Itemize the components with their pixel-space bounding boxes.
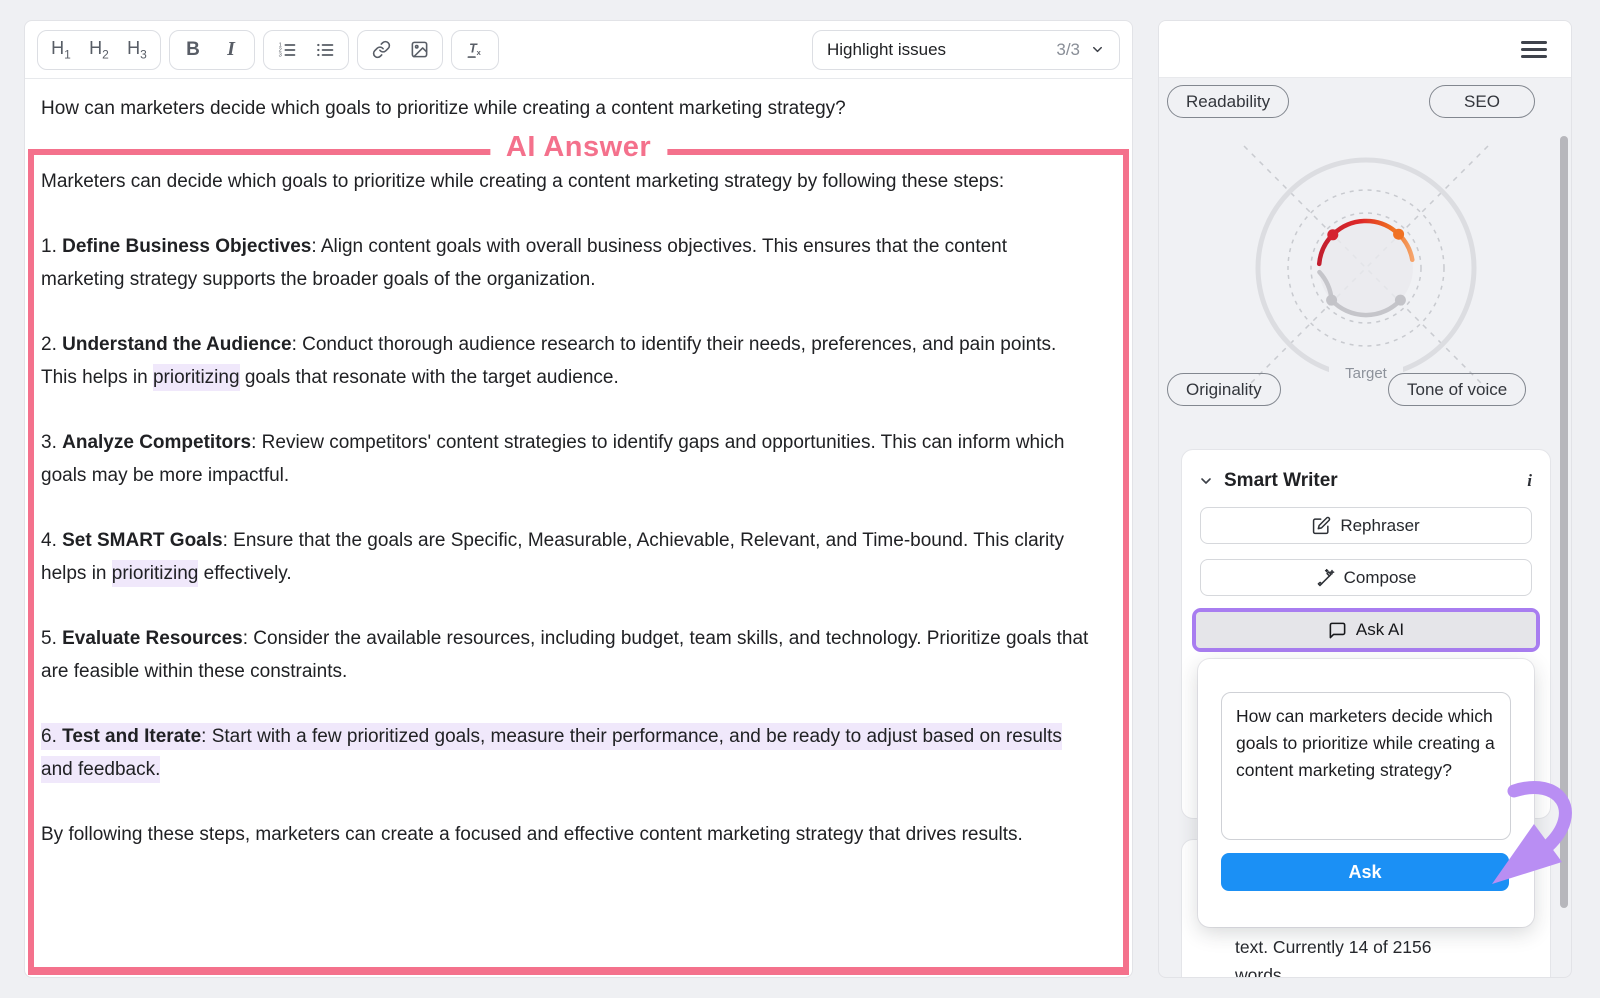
image-icon [410,40,429,59]
clear-format-group: Tx [451,30,499,70]
link-icon [372,40,391,59]
answer-paragraph: 5. Evaluate Resources: Consider the avai… [41,622,1093,688]
info-icon[interactable]: i [1527,471,1532,491]
word-count-status: text. Currently 14 of 2156 words. [1235,933,1485,978]
gauge-seo-dot [1393,229,1404,240]
heading-group: H1 H2 H3 [37,30,161,70]
unordered-list-button[interactable] [306,33,344,67]
compose-button[interactable]: Compose [1200,559,1532,596]
bold-button[interactable]: B [174,33,212,67]
clear-formatting-button[interactable]: Tx [456,33,494,67]
answer-paragraph: By following these steps, marketers can … [41,818,1093,851]
chevron-down-icon [1090,42,1105,57]
page: H1 H2 H3 B I 123 [0,0,1600,998]
answer-paragraph: 1. Define Business Objectives: Align con… [41,230,1093,296]
format-group: B I [169,30,255,70]
highlight-issues-count: 3/3 [1056,40,1080,60]
answer-paragraph: Marketers can decide which goals to prio… [41,165,1093,198]
ask-submit-button[interactable]: Ask [1221,853,1509,891]
answer-paragraphs[interactable]: Marketers can decide which goals to prio… [34,155,1123,851]
assistant-sidebar: Readability SEO [1158,20,1572,978]
chevron-down-icon[interactable] [1198,473,1214,489]
answer-paragraph: 3. Analyze Competitors: Review competito… [41,426,1093,492]
badge-tone-of-voice[interactable]: Tone of voice [1388,373,1526,406]
unordered-list-icon [315,40,335,60]
rephraser-button[interactable]: Rephraser [1200,507,1532,544]
gauge-tone-dot [1395,295,1406,306]
clear-formatting-icon: Tx [465,40,485,60]
gauge-target-label: Target [1345,365,1388,382]
document-question[interactable]: How can marketers decide which goals to … [25,79,1132,125]
sidebar-header [1159,21,1571,78]
smart-writer-title: Smart Writer [1224,470,1338,492]
answer-paragraph: 4. Set SMART Goals: Ensure that the goal… [41,524,1093,590]
magic-pen-icon [1316,568,1335,587]
chat-bubble-icon [1328,621,1347,640]
edit-pencil-icon [1312,516,1331,535]
insert-group [357,30,443,70]
svg-text:x: x [477,48,482,57]
editor-panel: H1 H2 H3 B I 123 [24,20,1133,978]
ask-ai-panel: How can marketers decide which goals to … [1198,659,1534,927]
italic-button[interactable]: I [212,33,250,67]
h3-button[interactable]: H3 [118,33,156,67]
image-button[interactable] [400,33,438,67]
gauge-readability-dot [1327,229,1338,240]
sidebar-scrollbar-thumb[interactable] [1560,136,1568,908]
list-group: 123 [263,30,349,70]
h1-button[interactable]: H1 [42,33,80,67]
h2-button[interactable]: H2 [80,33,118,67]
link-button[interactable] [362,33,400,67]
ordered-list-button[interactable]: 123 [268,33,306,67]
ordered-list-icon: 123 [277,40,297,60]
editor-toolbar: H1 H2 H3 B I 123 [25,21,1132,79]
ai-answer-label: AI Answer [490,131,667,164]
answer-paragraph: 2. Understand the Audience: Conduct thor… [41,328,1093,394]
svg-text:3: 3 [279,52,282,58]
target-gauge: Target [1159,89,1572,389]
menu-icon[interactable] [1521,37,1547,62]
ai-answer-annotation-box: AI Answer Marketers can decide which goa… [28,149,1129,975]
highlight-issues-dropdown[interactable]: Highlight issues 3/3 [812,30,1120,70]
highlight-issues-label: Highlight issues [827,40,946,60]
ask-question-input[interactable]: How can marketers decide which goals to … [1221,692,1511,840]
answer-paragraph: 6. Test and Iterate: Start with a few pr… [41,720,1093,786]
ask-ai-button[interactable]: Ask AI [1196,612,1536,648]
badge-originality[interactable]: Originality [1167,373,1281,406]
ask-ai-highlight-outline: Ask AI [1192,608,1540,652]
gauge-originality-dot [1326,295,1337,306]
